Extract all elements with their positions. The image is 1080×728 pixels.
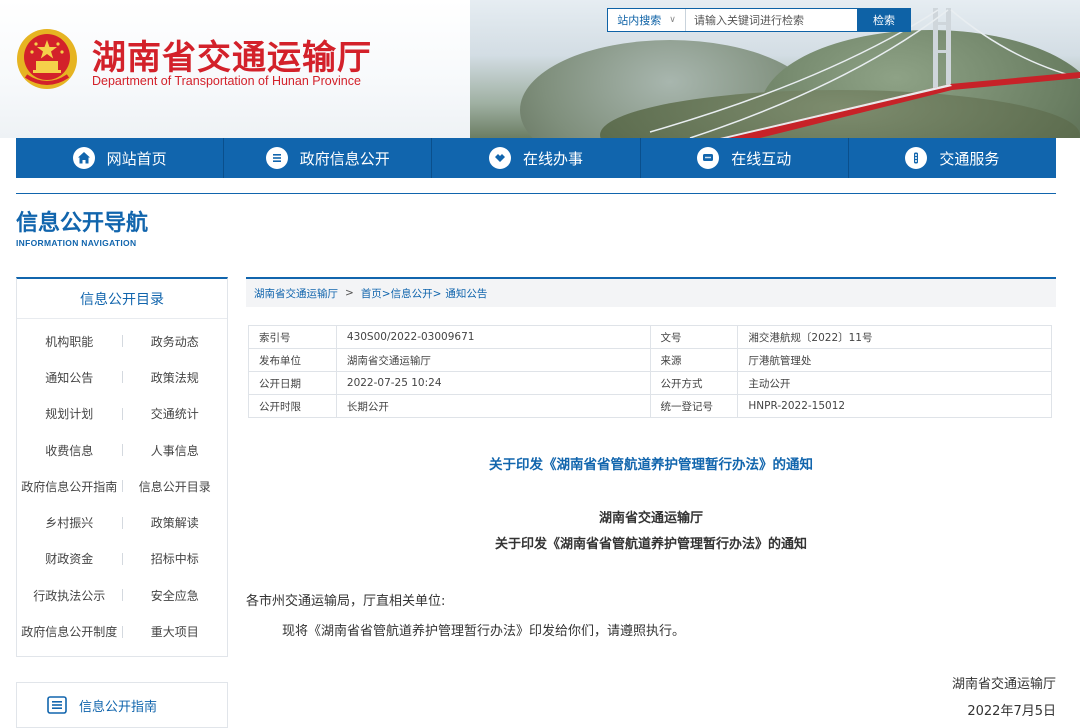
- table-row: 公开日期 2022-07-25 10:24 公开方式 主动公开: [248, 371, 1052, 395]
- home-icon: [72, 147, 95, 169]
- breadcrumb-link-notices[interactable]: 通知公告: [445, 286, 487, 301]
- sidebar-item-disclosure-catalog[interactable]: 信息公开目录: [123, 478, 228, 495]
- sidebar-row: 通知公告 政策法规: [17, 359, 227, 395]
- nav-item-online-interaction[interactable]: 在线互动: [641, 138, 849, 178]
- national-emblem-icon: [17, 29, 77, 89]
- meta-value: 厅港航管理处: [737, 348, 1052, 372]
- meta-value: 湖南省交通运输厅: [335, 348, 651, 372]
- meta-key: 公开时限: [248, 394, 337, 418]
- meta-key: 公开日期: [248, 371, 337, 395]
- site-header: 湖南省交通运输厅 Department of Transportation of…: [0, 0, 1080, 138]
- main-navigation: 网站首页 政府信息公开 在线办事 在线互动 交通服务: [16, 138, 1056, 178]
- nav-item-label: 网站首页: [106, 149, 167, 168]
- site-title[interactable]: 湖南省交通运输厅: [92, 30, 372, 79]
- nav-item-label: 交通服务: [939, 149, 1000, 168]
- nav-item-home[interactable]: 网站首页: [16, 138, 225, 178]
- document-list-icon: [265, 147, 288, 169]
- meta-value: HNPR-2022-15012: [737, 394, 1052, 418]
- article-panel: 湖南省交通运输厅 > 首页>信息公开> 通知公告 索引号 430S00/2022…: [246, 277, 1056, 728]
- document-issuer: 湖南省交通运输厅: [598, 511, 703, 526]
- sidebar-heading: 信息公开目录: [17, 279, 227, 319]
- sidebar-item-traffic-statistics[interactable]: 交通统计: [123, 405, 228, 422]
- document-metadata-table: 索引号 430S00/2022-03009671 文号 湘交港航规〔2022〕1…: [248, 325, 1052, 418]
- nav-item-gov-info[interactable]: 政府信息公开: [224, 138, 433, 178]
- sidebar-item-institution-functions[interactable]: 机构职能: [17, 333, 122, 350]
- sidebar-item-policy-interpretation[interactable]: 政策解读: [123, 514, 228, 531]
- document-salutation: 各市州交通运输局，厅直相关单位:: [246, 594, 446, 609]
- meta-key: 来源: [649, 348, 739, 372]
- sidebar-item-notices[interactable]: 通知公告: [17, 369, 122, 386]
- sidebar-item-bidding[interactable]: 招标中标: [123, 550, 228, 567]
- catalog-sidebar: 信息公开目录 机构职能 政务动态 通知公告 政策法规 规划计划 交通统计 收费信…: [16, 277, 228, 657]
- sidebar-item-policies-regulations[interactable]: 政策法规: [123, 369, 228, 386]
- nav-item-label: 在线办事: [523, 149, 584, 168]
- disclosure-guide-label: 信息公开指南: [79, 699, 158, 715]
- table-row: 索引号 430S00/2022-03009671 文号 湘交港航规〔2022〕1…: [248, 325, 1052, 349]
- document-signature-date: 2022年7月5日: [967, 704, 1056, 719]
- nav-item-online-service[interactable]: 在线办事: [432, 138, 641, 178]
- meta-key: 索引号: [248, 325, 337, 349]
- site-subtitle: Department of Transportation of Hunan Pr…: [92, 74, 361, 88]
- document-body: 现将《湖南省省管航道养护管理暂行办法》印发给你们，请遵照执行。: [282, 624, 686, 639]
- sidebar-item-government-news[interactable]: 政务动态: [123, 333, 228, 350]
- section-subtitle: Information Navigation: [16, 238, 136, 248]
- nav-item-traffic-service[interactable]: 交通服务: [849, 138, 1056, 178]
- search-button[interactable]: 检索: [857, 8, 911, 32]
- meta-value: 长期公开: [335, 394, 651, 418]
- sidebar-row: 规划计划 交通统计: [17, 396, 227, 432]
- sidebar-item-law-enforcement[interactable]: 行政执法公示: [17, 587, 122, 604]
- sidebar-row: 行政执法公示 安全应急: [17, 577, 227, 613]
- nav-item-label: 政府信息公开: [299, 149, 390, 168]
- sidebar-item-toll-info[interactable]: 收费信息: [17, 442, 122, 459]
- chat-icon: [697, 147, 720, 169]
- sidebar-item-major-projects[interactable]: 重大项目: [123, 623, 228, 640]
- section-title: 信息公开导航: [16, 211, 149, 236]
- disclosure-guide-link[interactable]: 信息公开指南: [16, 682, 228, 728]
- breadcrumb-link-home-org[interactable]: 湖南省交通运输厅: [254, 286, 338, 301]
- search-scope-select[interactable]: 站内搜索 ∨: [608, 9, 686, 31]
- meta-key: 发布单位: [248, 348, 337, 372]
- sidebar-row: 政府信息公开指南 信息公开目录: [17, 468, 227, 504]
- sidebar-row: 财政资金 招标中标: [17, 541, 227, 577]
- handshake-icon: [489, 147, 511, 169]
- sidebar-item-rural-revitalization[interactable]: 乡村振兴: [17, 514, 122, 531]
- chevron-down-icon: ∨: [669, 15, 676, 25]
- traffic-light-icon: [905, 147, 928, 169]
- meta-key: 统一登记号: [649, 394, 739, 418]
- sidebar-item-safety-emergency[interactable]: 安全应急: [123, 587, 228, 604]
- search-scope-label: 站内搜索: [617, 14, 662, 27]
- sidebar-row: 政府信息公开制度 重大项目: [17, 613, 227, 649]
- sidebar-row: 乡村振兴 政策解读: [17, 504, 227, 540]
- sidebar-item-personnel-info[interactable]: 人事信息: [123, 442, 228, 459]
- meta-key: 文号: [649, 325, 739, 349]
- sidebar-item-disclosure-guide[interactable]: 政府信息公开指南: [17, 478, 122, 495]
- breadcrumb-separator: >: [345, 287, 354, 299]
- breadcrumb: 湖南省交通运输厅 > 首页>信息公开> 通知公告: [246, 277, 1056, 307]
- meta-value: 主动公开: [737, 371, 1052, 395]
- list-icon: [47, 696, 67, 714]
- meta-value: 2022-07-25 10:24: [335, 371, 651, 395]
- sidebar-row: 收费信息 人事信息: [17, 432, 227, 468]
- meta-value: 430S00/2022-03009671: [335, 325, 651, 349]
- search-input[interactable]: [686, 9, 857, 31]
- nav-item-label: 在线互动: [731, 149, 792, 168]
- sidebar-item-disclosure-system[interactable]: 政府信息公开制度: [17, 623, 122, 640]
- meta-value: 湘交港航规〔2022〕11号: [737, 325, 1052, 349]
- document-heading: 关于印发《湖南省省管航道养护管理暂行办法》的通知: [494, 537, 807, 552]
- document-title: 关于印发《湖南省省管航道养护管理暂行办法》的通知: [489, 457, 813, 473]
- meta-key: 公开方式: [649, 371, 739, 395]
- section-subtitle-text: Information Navigation: [16, 238, 137, 248]
- sidebar-row: 机构职能 政务动态: [17, 323, 227, 359]
- divider: [16, 193, 1056, 194]
- breadcrumb-link-path[interactable]: 首页>信息公开>: [361, 286, 442, 301]
- search-bar: 站内搜索 ∨ 检索: [607, 8, 911, 32]
- table-row: 发布单位 湖南省交通运输厅 来源 厅港航管理处: [248, 348, 1052, 372]
- sidebar-link-grid: 机构职能 政务动态 通知公告 政策法规 规划计划 交通统计 收费信息 人事信息 …: [17, 319, 227, 650]
- sidebar-item-plans[interactable]: 规划计划: [17, 405, 122, 422]
- sidebar-item-fiscal-funds[interactable]: 财政资金: [17, 550, 122, 567]
- table-row: 公开时限 长期公开 统一登记号 HNPR-2022-15012: [248, 394, 1052, 418]
- document-signature-org: 湖南省交通运输厅: [951, 677, 1056, 692]
